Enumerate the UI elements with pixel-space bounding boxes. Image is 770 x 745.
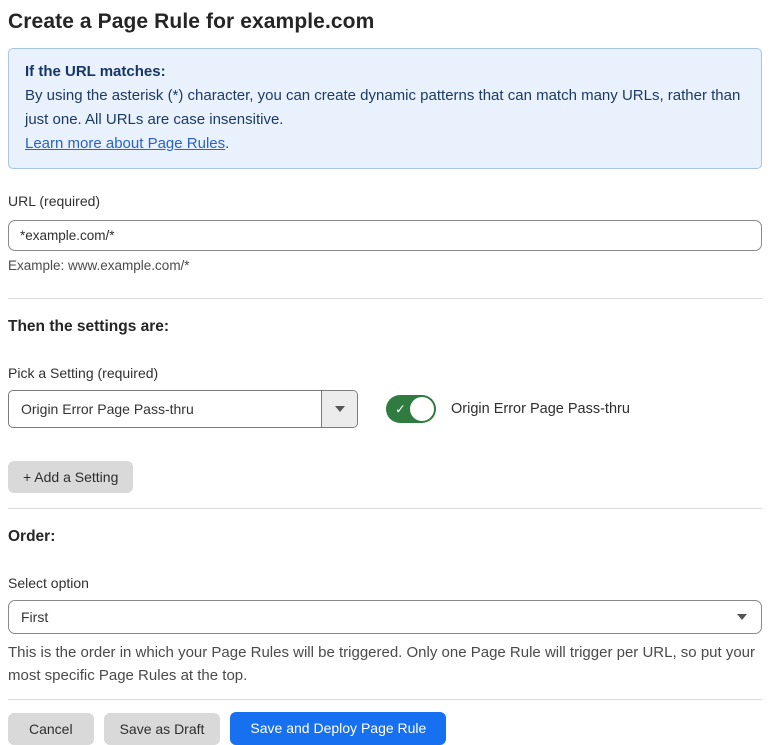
setting-toggle[interactable]: ✓ [386,395,436,423]
url-example-text: Example: www.example.com/* [8,258,190,273]
page-title: Create a Page Rule for example.com [8,10,375,33]
info-box-link-line: Learn more about Page Rules. [25,132,745,156]
chevron-down-icon [334,406,345,412]
learn-more-link[interactable]: Learn more about Page Rules [25,135,225,152]
setting-select-arrow-box[interactable] [321,391,357,427]
setting-row: Origin Error Page Pass-thru ✓ Origin Err… [8,390,762,428]
settings-heading: Then the settings are: [8,318,170,335]
pick-setting-label: Pick a Setting (required) [8,365,159,381]
divider [8,298,762,299]
action-bar: Cancel Save as Draft Save and Deploy Pag… [8,712,762,745]
chevron-down-icon [737,614,747,620]
url-input[interactable] [8,220,762,251]
add-setting-button[interactable]: + Add a Setting [8,461,134,493]
info-box-body: By using the asterisk (*) character, you… [25,87,741,128]
toggle-label: Origin Error Page Pass-thru [451,401,630,417]
toggle-knob [410,397,434,421]
url-field-label: URL (required) [8,193,101,209]
order-select-value: First [21,609,49,625]
setting-select-value: Origin Error Page Pass-thru [21,401,194,417]
divider [8,699,762,700]
order-help-text: This is the order in which your Page Rul… [8,644,756,684]
url-field-section: URL (required) Example: www.example.com/… [8,193,762,273]
url-match-info-box: If the URL matches: By using the asteris… [8,48,762,169]
link-period: . [225,135,230,152]
order-select-label: Select option [8,575,89,591]
check-icon: ✓ [395,401,406,417]
save-deploy-button[interactable]: Save and Deploy Page Rule [230,712,447,745]
cancel-button[interactable]: Cancel [8,712,94,745]
divider [8,508,762,509]
order-select[interactable]: First [8,600,762,634]
order-heading: Order: [8,528,56,545]
save-draft-button[interactable]: Save as Draft [103,712,221,745]
info-box-heading: If the URL matches: [25,63,166,80]
setting-select[interactable]: Origin Error Page Pass-thru [8,390,358,428]
